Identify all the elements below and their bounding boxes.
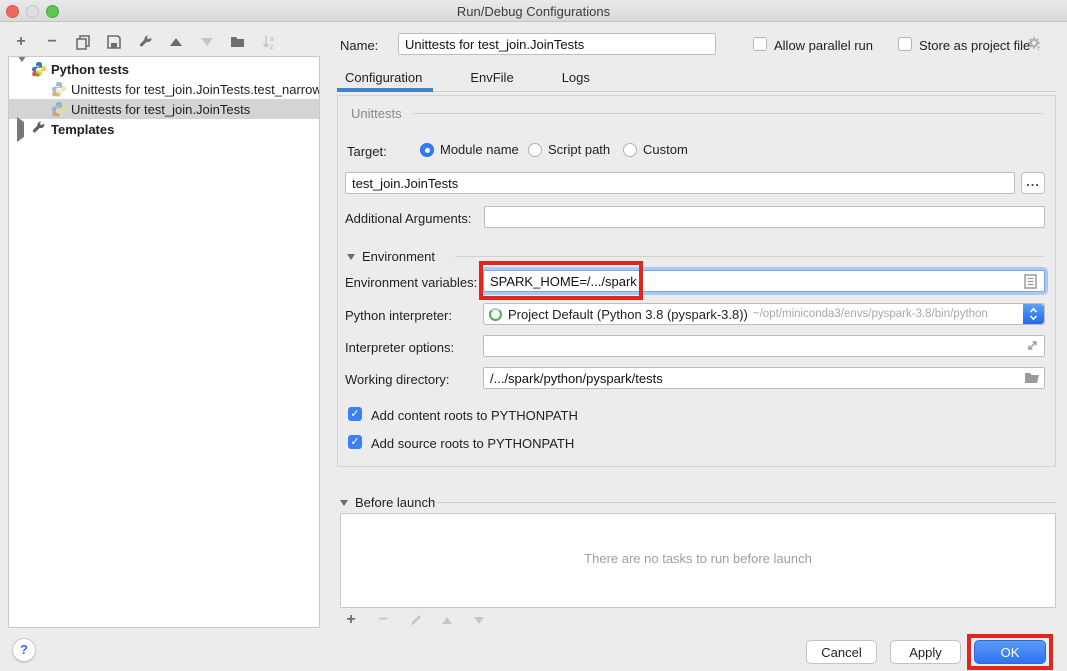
remove-icon: − [374,611,392,629]
interpreter-options-input[interactable] [483,335,1045,357]
target-radio-script-path[interactable]: Script path [528,142,610,157]
python-interpreter-label: Python interpreter: [345,308,452,323]
help-button[interactable]: ? [12,638,36,662]
run-debug-configurations-dialog: Run/Debug Configurations + − az Pytho [0,0,1067,671]
before-launch-section-header[interactable]: Before launch [340,495,435,510]
radio-icon[interactable] [623,143,637,157]
environment-separator [455,256,1043,257]
environment-variables-label: Environment variables: [345,275,477,290]
svg-text:z: z [270,44,274,51]
allow-parallel-run-checkbox[interactable] [753,37,767,51]
tab-divider [337,91,1056,92]
configurations-toolbar: + − az [12,31,278,53]
python-tests-icon [31,61,47,77]
expand-field-icon[interactable] [1026,339,1039,355]
name-input[interactable] [398,33,716,55]
python-test-config-icon [51,101,67,117]
expand-arrow-icon[interactable] [17,122,27,137]
add-source-roots-label: Add source roots to PYTHONPATH [371,436,574,451]
store-settings-gear-icon[interactable] [1027,36,1043,55]
tree-item-test-narrow[interactable]: Unittests for test_join.JoinTests.test_n… [9,79,319,99]
tab-logs[interactable]: Logs [554,66,598,94]
working-directory-input[interactable] [483,367,1045,389]
environment-section-label: Environment [362,249,435,264]
browse-button[interactable]: ... [1021,172,1045,194]
tree-item-python-tests[interactable]: Python tests [9,59,319,79]
before-launch-label: Before launch [355,495,435,510]
move-down-icon [198,33,216,51]
environment-variables-input[interactable] [483,270,1045,292]
collapse-arrow-icon[interactable] [347,254,355,260]
collapse-arrow-icon[interactable] [340,500,348,506]
python-interpreter-combobox[interactable]: Project Default (Python 3.8 (pyspark-3.8… [483,303,1045,325]
env-vars-browse-icon[interactable] [1024,274,1037,292]
ok-button[interactable]: OK [974,640,1046,664]
python-test-config-icon [51,81,67,97]
tree-item-templates[interactable]: Templates [9,119,319,139]
add-icon[interactable]: + [342,611,360,629]
environment-section-header[interactable]: Environment [347,249,435,264]
radio-icon[interactable] [528,143,542,157]
before-launch-separator [437,502,1056,503]
tree-item-label: Unittests for test_join.JoinTests.test_n… [71,82,319,97]
tree-item-jointests[interactable]: Unittests for test_join.JoinTests [9,99,319,119]
before-launch-toolbar: + − [342,611,488,629]
dropdown-stepper-icon[interactable] [1023,304,1044,324]
copy-icon[interactable] [74,33,92,51]
radio-label: Script path [548,142,610,157]
additional-arguments-label: Additional Arguments: [345,211,471,226]
radio-label: Custom [643,142,688,157]
save-icon[interactable] [105,33,123,51]
remove-icon[interactable]: − [43,33,61,51]
unittests-separator [413,113,1043,114]
additional-arguments-input[interactable] [484,206,1045,228]
move-up-icon[interactable] [167,33,185,51]
python-interpreter-path: ~/opt/miniconda3/envs/pyspark-3.8/bin/py… [753,308,988,320]
move-up-icon [438,611,456,629]
add-content-roots-label: Add content roots to PYTHONPATH [371,408,578,423]
allow-parallel-run-label: Allow parallel run [774,38,873,53]
target-radio-module-name[interactable]: Module name [420,142,519,157]
before-launch-empty-text: There are no tasks to run before launch [341,551,1055,566]
radio-label: Module name [440,142,519,157]
configurations-tree: Python tests Unittests for test_join.Joi… [8,56,320,628]
add-source-roots-checkbox[interactable]: ✓ [348,435,362,449]
add-icon[interactable]: + [12,33,30,51]
new-folder-icon[interactable] [229,33,247,51]
sort-icon: az [260,33,278,51]
name-label: Name: [340,38,378,53]
collapse-arrow-icon[interactable] [17,62,27,77]
unittests-group-title: Unittests [345,106,408,121]
tree-item-label: Python tests [51,62,129,77]
cancel-button[interactable]: Cancel [806,640,877,664]
target-input[interactable] [345,172,1015,194]
templates-wrench-icon [31,121,47,137]
conda-env-icon [489,308,502,321]
store-as-project-file-label: Store as project file [919,38,1030,53]
tab-envfile[interactable]: EnvFile [462,66,521,94]
working-directory-label: Working directory: [345,372,450,387]
interpreter-options-label: Interpreter options: [345,340,454,355]
edit-templates-icon[interactable] [136,33,154,51]
store-as-project-file-checkbox[interactable] [898,37,912,51]
active-tab-underline [337,88,433,92]
add-content-roots-checkbox[interactable]: ✓ [348,407,362,421]
target-label: Target: [347,144,387,159]
tree-item-label: Unittests for test_join.JoinTests [71,102,250,117]
apply-button[interactable]: Apply [890,640,961,664]
edit-icon [406,611,424,629]
title-bar: Run/Debug Configurations [0,0,1067,22]
before-launch-task-list: There are no tasks to run before launch [340,513,1056,608]
svg-text:a: a [270,36,274,43]
tree-item-label: Templates [51,122,114,137]
python-interpreter-value: Project Default (Python 3.8 (pyspark-3.8… [508,307,748,322]
window-title: Run/Debug Configurations [0,4,1067,19]
folder-icon[interactable] [1024,371,1040,387]
move-down-icon [470,611,488,629]
radio-selected-icon[interactable] [420,143,434,157]
target-radio-custom[interactable]: Custom [623,142,688,157]
